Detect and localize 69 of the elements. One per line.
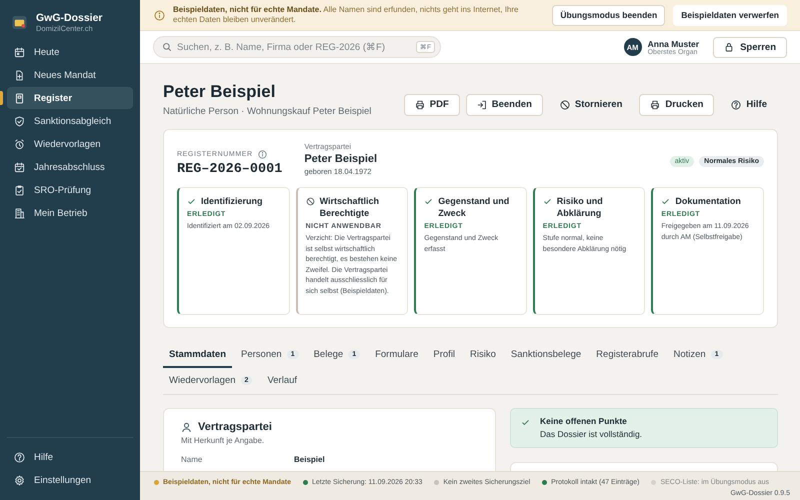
step-title: Identifizierung [201, 195, 262, 207]
tab[interactable]: Sanktionsbelege [504, 342, 588, 368]
banner-text: Beispieldaten, nicht für echte Mandate. Alle Namen sind erfunden, nichts geht ins Internet, Ihre echten Daten bleiben unverändert. [173, 5, 520, 25]
tab[interactable]: Formulare [369, 342, 424, 368]
book-icon [14, 92, 25, 104]
clipboard-icon [14, 184, 25, 196]
search-icon [162, 42, 172, 52]
app-logo-icon [12, 15, 27, 30]
shield-icon [14, 116, 25, 126]
sidebar-item[interactable]: Jahresabschluss [7, 156, 133, 178]
printer-icon [650, 100, 660, 110]
ban-icon [560, 100, 570, 110]
sidebar-item[interactable]: Sanktionsabgleich [7, 110, 133, 132]
person-icon [181, 422, 192, 432]
printer-icon [414, 100, 425, 110]
sidebar-item[interactable]: SRO-Prüfung [7, 179, 133, 201]
step-title: Dokumentation [675, 195, 741, 207]
calendar-icon [14, 46, 25, 58]
sidebar-item[interactable]: Hilfe [7, 446, 133, 468]
card-subtitle: Mit Herkunft je Angabe. [181, 436, 266, 445]
action-button[interactable]: Drucken [639, 94, 714, 116]
calendar-check-icon [14, 162, 25, 172]
check-icon [521, 418, 530, 427]
sidebar-item[interactable]: Neues Mandat [7, 64, 133, 86]
ban-icon [306, 197, 315, 206]
user-name: Anna Muster [648, 38, 700, 48]
action-button[interactable]: Stornieren [548, 94, 634, 116]
banner-button[interactable]: Beispieldaten verwerfen [673, 4, 787, 26]
party-name: Peter Beispiel [304, 153, 378, 165]
sidebar-item[interactable]: Einstellungen [7, 469, 133, 491]
help-icon [14, 452, 25, 462]
sidebar-item[interactable]: Wiedervorlagen [7, 133, 133, 155]
notice-title: Keine offenen Punkte [540, 416, 628, 426]
lock-button[interactable]: Sperren [713, 36, 787, 58]
lock-icon [724, 42, 734, 52]
tab[interactable]: Verlauf [261, 368, 304, 394]
field-label: Name [181, 455, 204, 464]
page-title: Peter Beispiel [163, 82, 276, 102]
file-plus-icon [14, 70, 25, 80]
info-icon [154, 10, 165, 20]
check-icon [424, 197, 434, 206]
action-button[interactable]: PDF [404, 94, 460, 116]
field-value: Beispiel [294, 455, 325, 464]
step-title: Risiko und Abklärung [556, 195, 604, 219]
banner-button[interactable]: Übungsmodus beenden [552, 4, 666, 26]
check-icon [187, 197, 196, 206]
action-button[interactable]: Hilfe [720, 94, 778, 116]
notice-text: Das Dossier ist vollständig. [540, 429, 642, 439]
info-icon [258, 150, 267, 159]
register-number: REG–2026–0001 [177, 162, 282, 177]
tab[interactable]: Risiko [464, 342, 502, 368]
building-icon [14, 208, 25, 218]
tab[interactable]: Profil [427, 342, 462, 368]
settings-icon [14, 474, 25, 486]
card-title: Vertragspartei [198, 421, 272, 433]
app-title: GwG-Dossier [36, 12, 103, 24]
check-icon [542, 197, 552, 206]
help-icon [731, 100, 742, 110]
exit-icon [476, 100, 487, 110]
tab[interactable]: Stammdaten [163, 342, 232, 368]
step-title: Gegenstand und Zweck [438, 195, 510, 219]
tab[interactable]: Registerabrufe [590, 342, 664, 368]
step-title: Wirtschaftlich Berechtigte [320, 195, 380, 219]
alarm-clock-icon [14, 138, 25, 150]
sidebar-item[interactable]: Mein Betrieb [7, 202, 133, 224]
check-icon [661, 197, 670, 206]
sidebar-item[interactable]: Heute [7, 41, 133, 63]
page-subtitle: Natürliche Person · Wohnungskauf Peter Beispiel [163, 106, 372, 117]
action-button[interactable]: Beenden [466, 94, 543, 116]
